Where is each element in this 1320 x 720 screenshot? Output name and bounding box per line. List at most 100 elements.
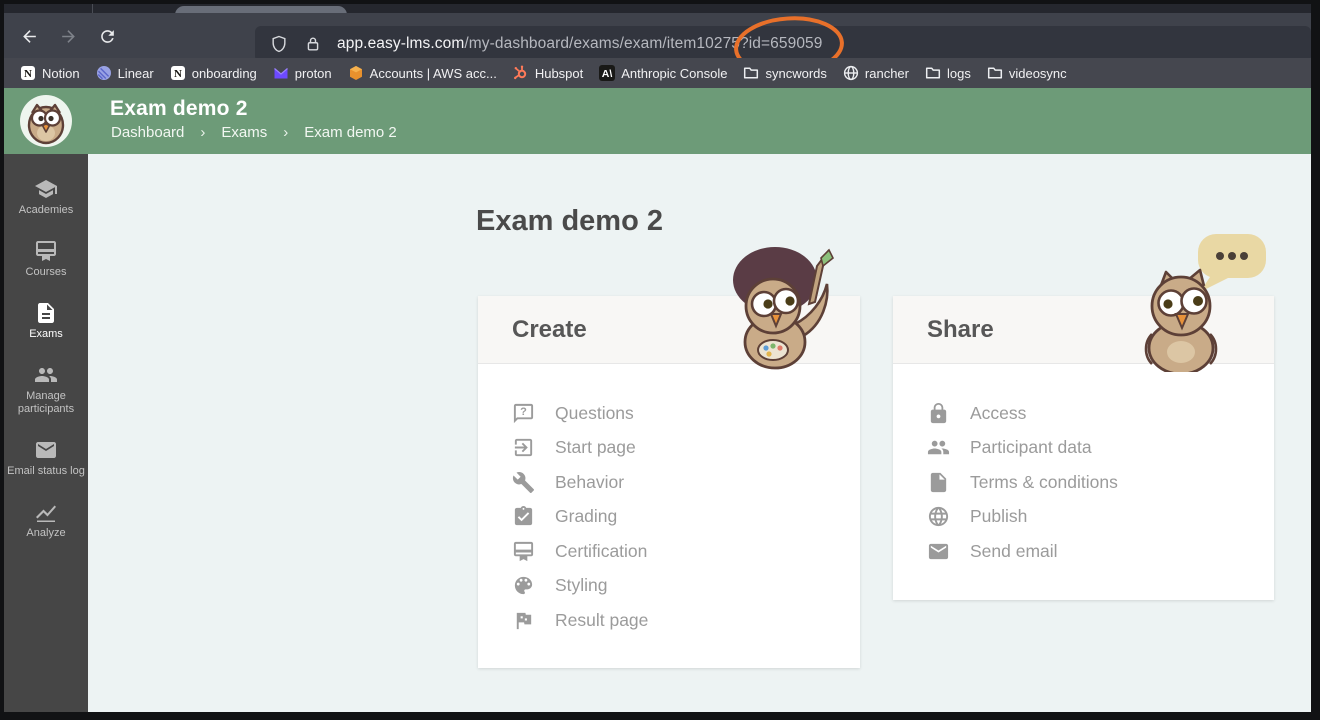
bookmark-item[interactable]: Nonboarding [162,61,265,85]
sidebar-item-label: Courses [26,266,67,279]
globe-icon [927,505,950,528]
aws-box-icon [348,65,364,81]
app-logo-block[interactable] [4,88,88,154]
bookmark-item[interactable]: Hubspot [505,61,591,85]
card-row-grading[interactable]: Grading [512,500,860,535]
forward-icon [59,27,78,46]
sidebar-item-label: Email status log [7,465,85,478]
card-row-participant-data[interactable]: Participant data [927,431,1274,466]
svg-text:N: N [174,68,182,80]
sidebar-item-manage-participants[interactable]: Manage participants [4,352,88,427]
wrench-icon [512,471,535,494]
card-row-behavior[interactable]: Behavior [512,465,860,500]
sidebar-item-analyze[interactable]: Analyze [4,489,88,551]
url-text: app.easy-lms.com/my-dashboard/exams/exam… [337,35,822,53]
card-row-label: Terms & conditions [970,472,1118,493]
breadcrumb-item[interactable]: Dashboard [111,124,184,141]
card-row-label: Questions [555,403,634,424]
card-row-terms-conditions[interactable]: Terms & conditions [927,465,1274,500]
screenshot-frame: app.easy-lms.com/my-dashboard/exams/exam… [0,0,1320,720]
people-icon [927,436,950,459]
create-card: Create ? Questions Start page Behavior Gradi… [478,296,860,668]
sidebar-item-exams[interactable]: Exams [4,290,88,352]
breadcrumb-item: Exam demo 2 [304,124,397,141]
card-row-start-page[interactable]: Start page [512,431,860,466]
bookmark-item[interactable]: Linear [88,61,162,85]
document-icon [34,301,58,325]
breadcrumb: Dashboard›Exams›Exam demo 2 [111,124,397,141]
app-sidebar: Academies Courses Exams Manage participants… [4,88,88,712]
reload-button[interactable] [94,23,120,49]
tab-divider [92,4,93,13]
card-row-label: Grading [555,506,617,527]
proton-icon [273,65,289,81]
shield-icon[interactable] [269,34,289,54]
url-bar[interactable]: app.easy-lms.com/my-dashboard/exams/exam… [255,26,1311,62]
bookmark-item[interactable]: A\Anthropic Console [591,61,735,85]
card-row-questions[interactable]: ? Questions [512,396,860,431]
folder-icon [743,65,759,81]
forward-button[interactable] [55,23,81,49]
create-card-header: Create [478,296,860,364]
bookmark-item[interactable]: videosync [979,61,1075,85]
globe-outline-icon [843,65,859,81]
bookmark-item[interactable]: syncwords [735,61,834,85]
bookmark-item[interactable]: Accounts | AWS acc... [340,61,505,85]
notion-icon: N [20,65,36,81]
page-icon [927,471,950,494]
certificate-icon [34,239,58,263]
card-row-label: Result page [555,610,648,631]
bookmark-label: proton [295,66,332,81]
people-icon [34,363,58,387]
notion-icon: N [170,65,186,81]
lock-icon [927,402,950,425]
browser-window: app.easy-lms.com/my-dashboard/exams/exam… [4,4,1311,712]
sidebar-item-label: Analyze [26,527,65,540]
page-header: Exam demo 2 Dashboard›Exams›Exam demo 2 [88,88,1311,154]
bookmark-item[interactable]: rancher [835,61,917,85]
lock-icon[interactable] [303,34,323,54]
card-row-styling[interactable]: Styling [512,569,860,604]
back-icon [20,27,39,46]
bookmarks-bar: NNotionLinearNonboardingprotonAccounts |… [4,58,1311,88]
bookmark-item[interactable]: NNotion [12,61,88,85]
share-card: Share AccessParticipant data Terms & cond… [893,296,1274,600]
card-row-label: Behavior [555,472,624,493]
card-row-send-email[interactable]: Send email [927,534,1274,569]
page-title: Exam demo 2 [476,205,663,238]
breadcrumb-item[interactable]: Exams [221,124,267,141]
header-title: Exam demo 2 [110,97,248,121]
sidebar-nav: Academies Courses Exams Manage participants… [4,154,88,551]
create-card-body: ? Questions Start page Behavior Grading Certi… [478,364,860,638]
card-row-certification[interactable]: Certification [512,534,860,569]
bookmark-item[interactable]: proton [265,61,340,85]
bookmark-label: Accounts | AWS acc... [370,66,497,81]
sidebar-item-courses[interactable]: Courses [4,228,88,290]
bookmark-item[interactable]: logs [917,61,979,85]
sidebar-item-label: Academies [19,204,73,217]
card-row-label: Publish [970,506,1027,527]
share-card-title: Share [927,316,994,344]
svg-text:N: N [24,68,32,80]
card-row-label: Start page [555,437,636,458]
reload-icon [98,27,117,46]
bookmark-label: logs [947,66,971,81]
folder-icon [925,65,941,81]
card-row-label: Styling [555,575,608,596]
card-row-publish[interactable]: Publish [927,500,1274,535]
card-row-access[interactable]: Access [927,396,1274,431]
svg-text:?: ? [520,406,527,418]
bookmark-label: syncwords [765,66,826,81]
sidebar-item-email-status-log[interactable]: Email status log [4,427,88,489]
bookmark-label: onboarding [192,66,257,81]
tab-strip [4,4,1311,13]
url-path: /my-dashboard/exams/exam/item10275?id=65… [464,35,822,52]
sidebar-item-label: Manage participants [4,390,88,416]
palette-icon [512,574,535,597]
card-row-result-page[interactable]: Result page [512,603,860,638]
bookmark-label: rancher [865,66,909,81]
sidebar-item-academies[interactable]: Academies [4,166,88,228]
login-icon [512,436,535,459]
back-button[interactable] [16,23,42,49]
flag-icon [512,609,535,632]
